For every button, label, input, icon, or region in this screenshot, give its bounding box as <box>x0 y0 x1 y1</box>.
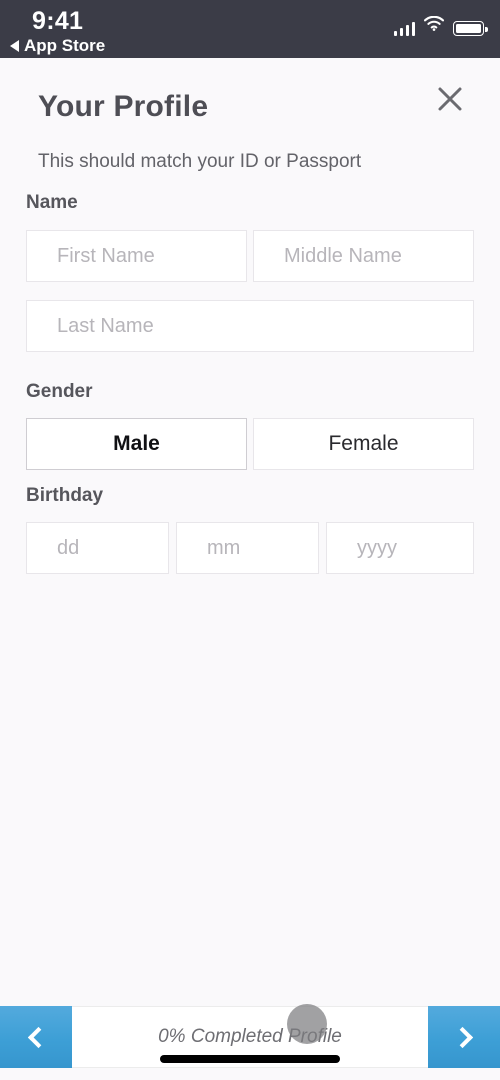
previous-button[interactable] <box>0 1006 72 1068</box>
close-icon[interactable] <box>433 82 467 116</box>
gender-option-male[interactable]: Male <box>26 418 247 470</box>
section-label-birthday: Birthday <box>26 485 104 506</box>
back-to-app-store[interactable]: App Store <box>10 36 105 56</box>
status-time: 9:41 <box>32 7 84 35</box>
back-label: App Store <box>24 36 106 55</box>
section-label-gender: Gender <box>26 381 93 402</box>
page-title: Your Profile <box>38 90 209 123</box>
birthday-day-input[interactable]: dd <box>26 522 169 574</box>
home-indicator <box>160 1055 340 1063</box>
battery-icon <box>453 21 488 36</box>
chevron-left-icon <box>27 1026 49 1048</box>
page-subtitle: This should match your ID or Passport <box>38 151 362 172</box>
first-name-input[interactable]: First Name <box>26 230 247 282</box>
birthday-month-input[interactable]: mm <box>176 522 319 574</box>
status-icons <box>393 15 488 36</box>
triangle-left-icon <box>10 40 19 52</box>
middle-name-input[interactable]: Middle Name <box>253 230 474 282</box>
status-bar: 9:41 App Store <box>0 0 500 58</box>
cellular-signal-icon <box>393 21 415 36</box>
next-button[interactable] <box>428 1006 500 1068</box>
last-name-input[interactable]: Last Name <box>26 300 474 352</box>
birthday-year-input[interactable]: yyyy <box>326 522 474 574</box>
gender-option-female[interactable]: Female <box>253 418 474 470</box>
chevron-right-icon <box>451 1026 473 1048</box>
phone-screen: 9:41 App Store Your Profile This should … <box>0 0 500 1080</box>
section-label-name: Name <box>26 192 78 213</box>
wifi-icon <box>423 15 445 36</box>
